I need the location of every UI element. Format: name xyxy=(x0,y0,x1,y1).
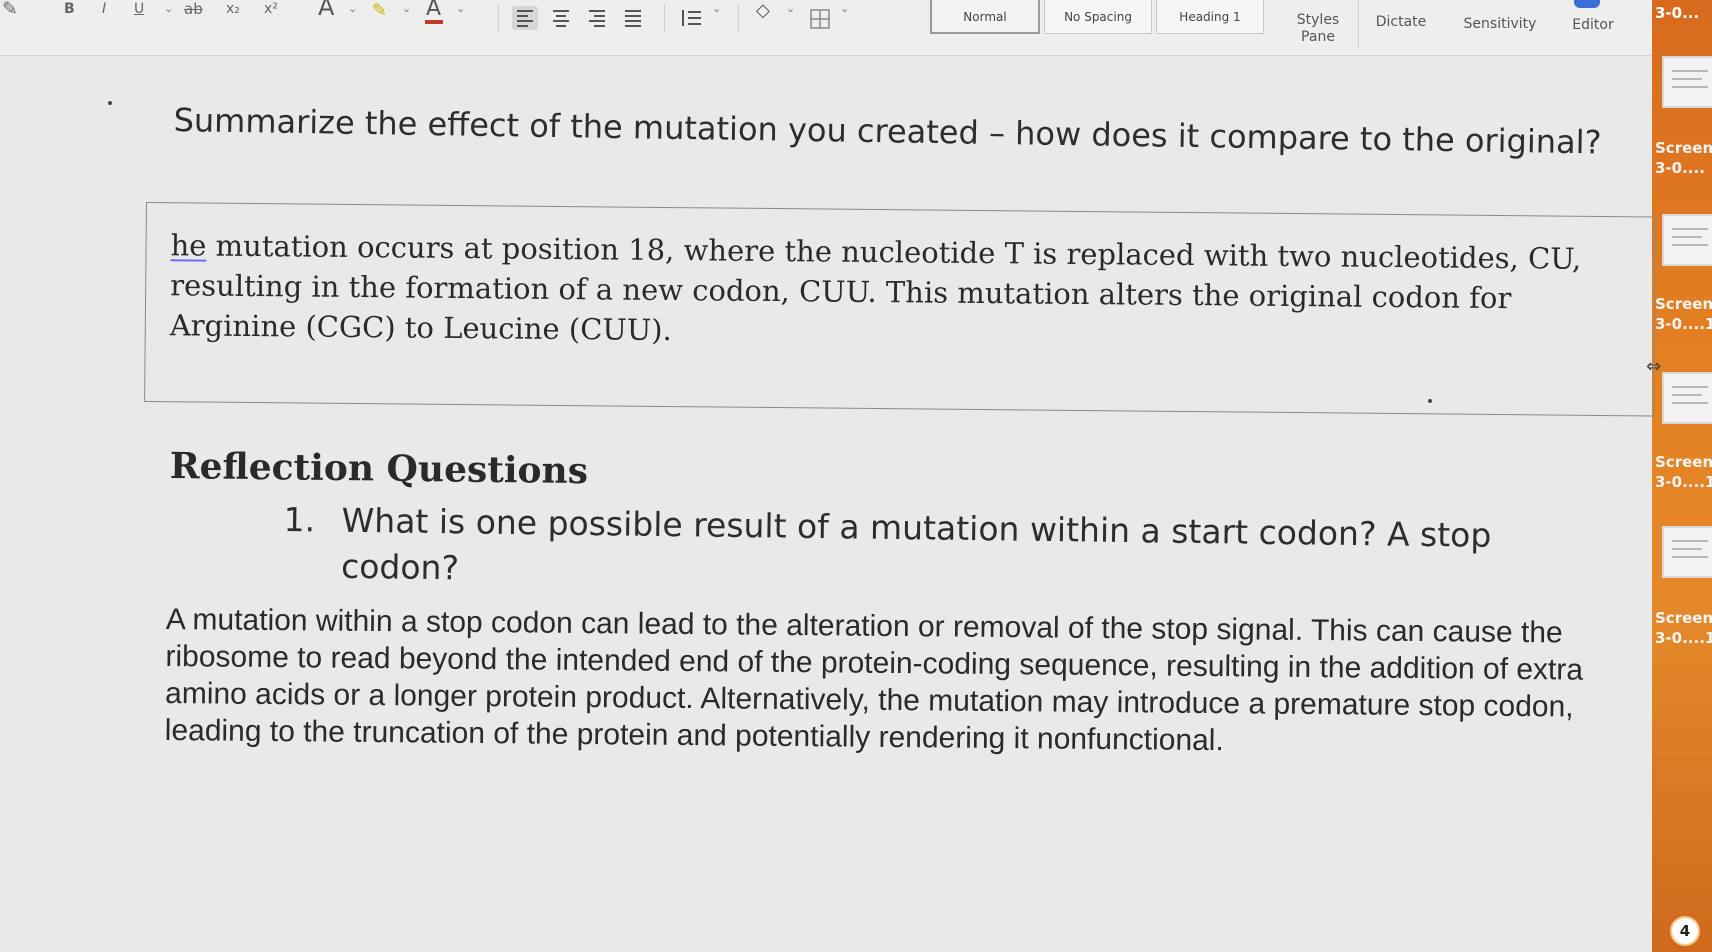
answer-body: mutation occurs at position 18, where th… xyxy=(169,228,1582,348)
italic-button[interactable]: I xyxy=(102,0,106,20)
screenshot-thumbnail[interactable] xyxy=(1662,56,1712,108)
document-page[interactable]: Summarize the effect of the mutation you… xyxy=(0,57,1656,952)
screenshot-label[interactable]: Screen 3-0....1 xyxy=(1655,452,1712,492)
answer-text: he mutation occurs at position 18, where… xyxy=(170,225,1611,359)
line-spacing-button[interactable] xyxy=(676,6,702,30)
divider xyxy=(498,4,499,32)
font-color-swatch xyxy=(425,20,443,24)
style-normal[interactable]: Normal xyxy=(930,0,1040,34)
chevron-down-icon[interactable]: ⌄ xyxy=(712,2,721,15)
question-text: What is one possible result of a mutatio… xyxy=(340,500,1492,588)
align-left-button[interactable] xyxy=(512,6,538,30)
bold-button[interactable]: B xyxy=(64,0,75,20)
screenshot-label[interactable]: Screen 3-0.... xyxy=(1655,138,1712,178)
borders-button[interactable] xyxy=(806,6,832,30)
screenshot-stack-panel: 3-0... Screen 3-0.... Screen 3-0....1 Scre… xyxy=(1652,0,1712,952)
screenshot-label[interactable]: Screen 3-0....1 xyxy=(1655,608,1712,648)
stack-top-label: 3-0... xyxy=(1655,4,1700,22)
screenshot-thumbnail[interactable] xyxy=(1662,526,1712,578)
shading-icon[interactable]: ◇ xyxy=(756,0,770,21)
editor-button[interactable]: Editor xyxy=(1562,17,1624,34)
highlighter-icon[interactable]: ✎ xyxy=(372,0,387,21)
subscript-button[interactable]: x₂ xyxy=(226,0,240,20)
misspelled-word[interactable]: he xyxy=(170,228,206,262)
sensitivity-button[interactable]: Sensitivity xyxy=(1452,16,1548,33)
align-right-button[interactable] xyxy=(584,6,610,30)
justify-button[interactable] xyxy=(620,6,646,30)
editor-icon xyxy=(1574,0,1600,8)
style-heading-1[interactable]: Heading 1 xyxy=(1156,0,1264,34)
superscript-button[interactable]: x² xyxy=(264,0,278,20)
underline-button[interactable]: U xyxy=(134,0,144,20)
chevron-down-icon[interactable]: ⌄ xyxy=(456,2,465,15)
ribbon-toolbar: ✎ B I U ⌄ ab x₂ x² A ⌄ ✎ ⌄ A ⌄ ⌄ ◇ ⌄ ⌄ N… xyxy=(0,0,1652,56)
question-number: 1. xyxy=(283,499,316,540)
text-cursor-marker xyxy=(108,101,112,105)
screenshot-label[interactable]: Screen 3-0....1 xyxy=(1655,294,1712,334)
question-prompt: Summarize the effect of the mutation you… xyxy=(173,100,1602,162)
font-color-button[interactable]: A xyxy=(426,0,441,21)
divider xyxy=(664,4,665,32)
style-no-spacing[interactable]: No Spacing xyxy=(1044,0,1152,34)
chevron-down-icon[interactable]: ⌄ xyxy=(786,2,795,15)
chevron-down-icon[interactable]: ⌄ xyxy=(840,2,849,15)
line-spacing-icon xyxy=(682,10,701,26)
borders-icon xyxy=(810,9,830,29)
dot-mark xyxy=(1428,399,1432,403)
chevron-down-icon[interactable]: ⌄ xyxy=(348,2,357,15)
stack-count-badge: 4 xyxy=(1670,916,1700,946)
numbered-question: 1. What is one possible result of a muta… xyxy=(283,497,1584,587)
section-heading: Reflection Questions xyxy=(169,445,589,493)
reflection-answer[interactable]: A mutation within a stop codon can lead … xyxy=(165,601,1616,763)
screenshot-thumbnail[interactable] xyxy=(1662,214,1712,266)
strikethrough-button[interactable]: ab xyxy=(184,0,203,20)
align-left-icon xyxy=(517,10,533,27)
align-center-button[interactable] xyxy=(548,6,574,30)
divider xyxy=(738,4,739,32)
answer-text-box[interactable]: he mutation occurs at position 18, where… xyxy=(144,202,1656,417)
divider xyxy=(1358,0,1359,48)
align-center-icon xyxy=(553,10,569,27)
format-painter-icon[interactable]: ✎ xyxy=(2,0,18,20)
justify-icon xyxy=(625,10,641,27)
chevron-down-icon[interactable]: ⌄ xyxy=(164,2,173,15)
chevron-down-icon[interactable]: ⌄ xyxy=(402,2,411,15)
screenshot-thumbnail[interactable] xyxy=(1662,372,1712,424)
align-right-icon xyxy=(589,10,605,27)
text-effects-button[interactable]: A xyxy=(318,0,334,19)
styles-pane-button[interactable]: Styles Pane xyxy=(1288,12,1348,46)
dictate-button[interactable]: Dictate xyxy=(1368,14,1434,31)
